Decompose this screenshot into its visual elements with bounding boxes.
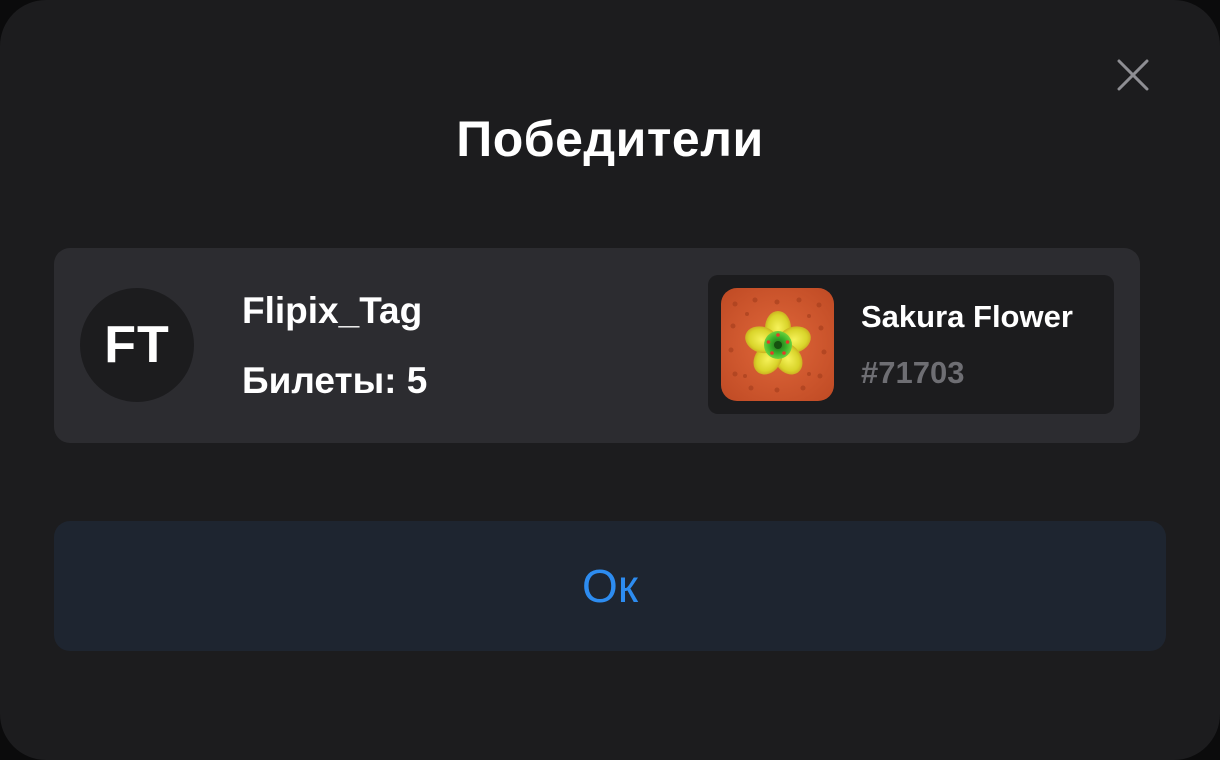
winner-tickets: Билеты: 5 xyxy=(242,360,428,401)
dialog-title: Победители xyxy=(456,111,764,167)
close-button[interactable] xyxy=(1108,50,1158,100)
avatar: FT xyxy=(80,288,194,402)
ok-button-label: Ок xyxy=(582,560,638,612)
prize-card: Sakura Flower #71703 xyxy=(708,275,1114,414)
prize-id: #71703 xyxy=(861,355,965,390)
prize-name: Sakura Flower xyxy=(861,299,1073,334)
winner-username: Flipix_Tag xyxy=(242,290,423,331)
close-icon xyxy=(1117,59,1149,91)
sakura-flower-image xyxy=(721,288,834,401)
ok-button[interactable]: Ок xyxy=(54,521,1166,651)
winners-dialog: Победители FT Flipix_Tag Билеты: 5 Sakur… xyxy=(0,0,1220,760)
winner-card: FT Flipix_Tag Билеты: 5 Sakura Flower #7… xyxy=(54,248,1140,443)
